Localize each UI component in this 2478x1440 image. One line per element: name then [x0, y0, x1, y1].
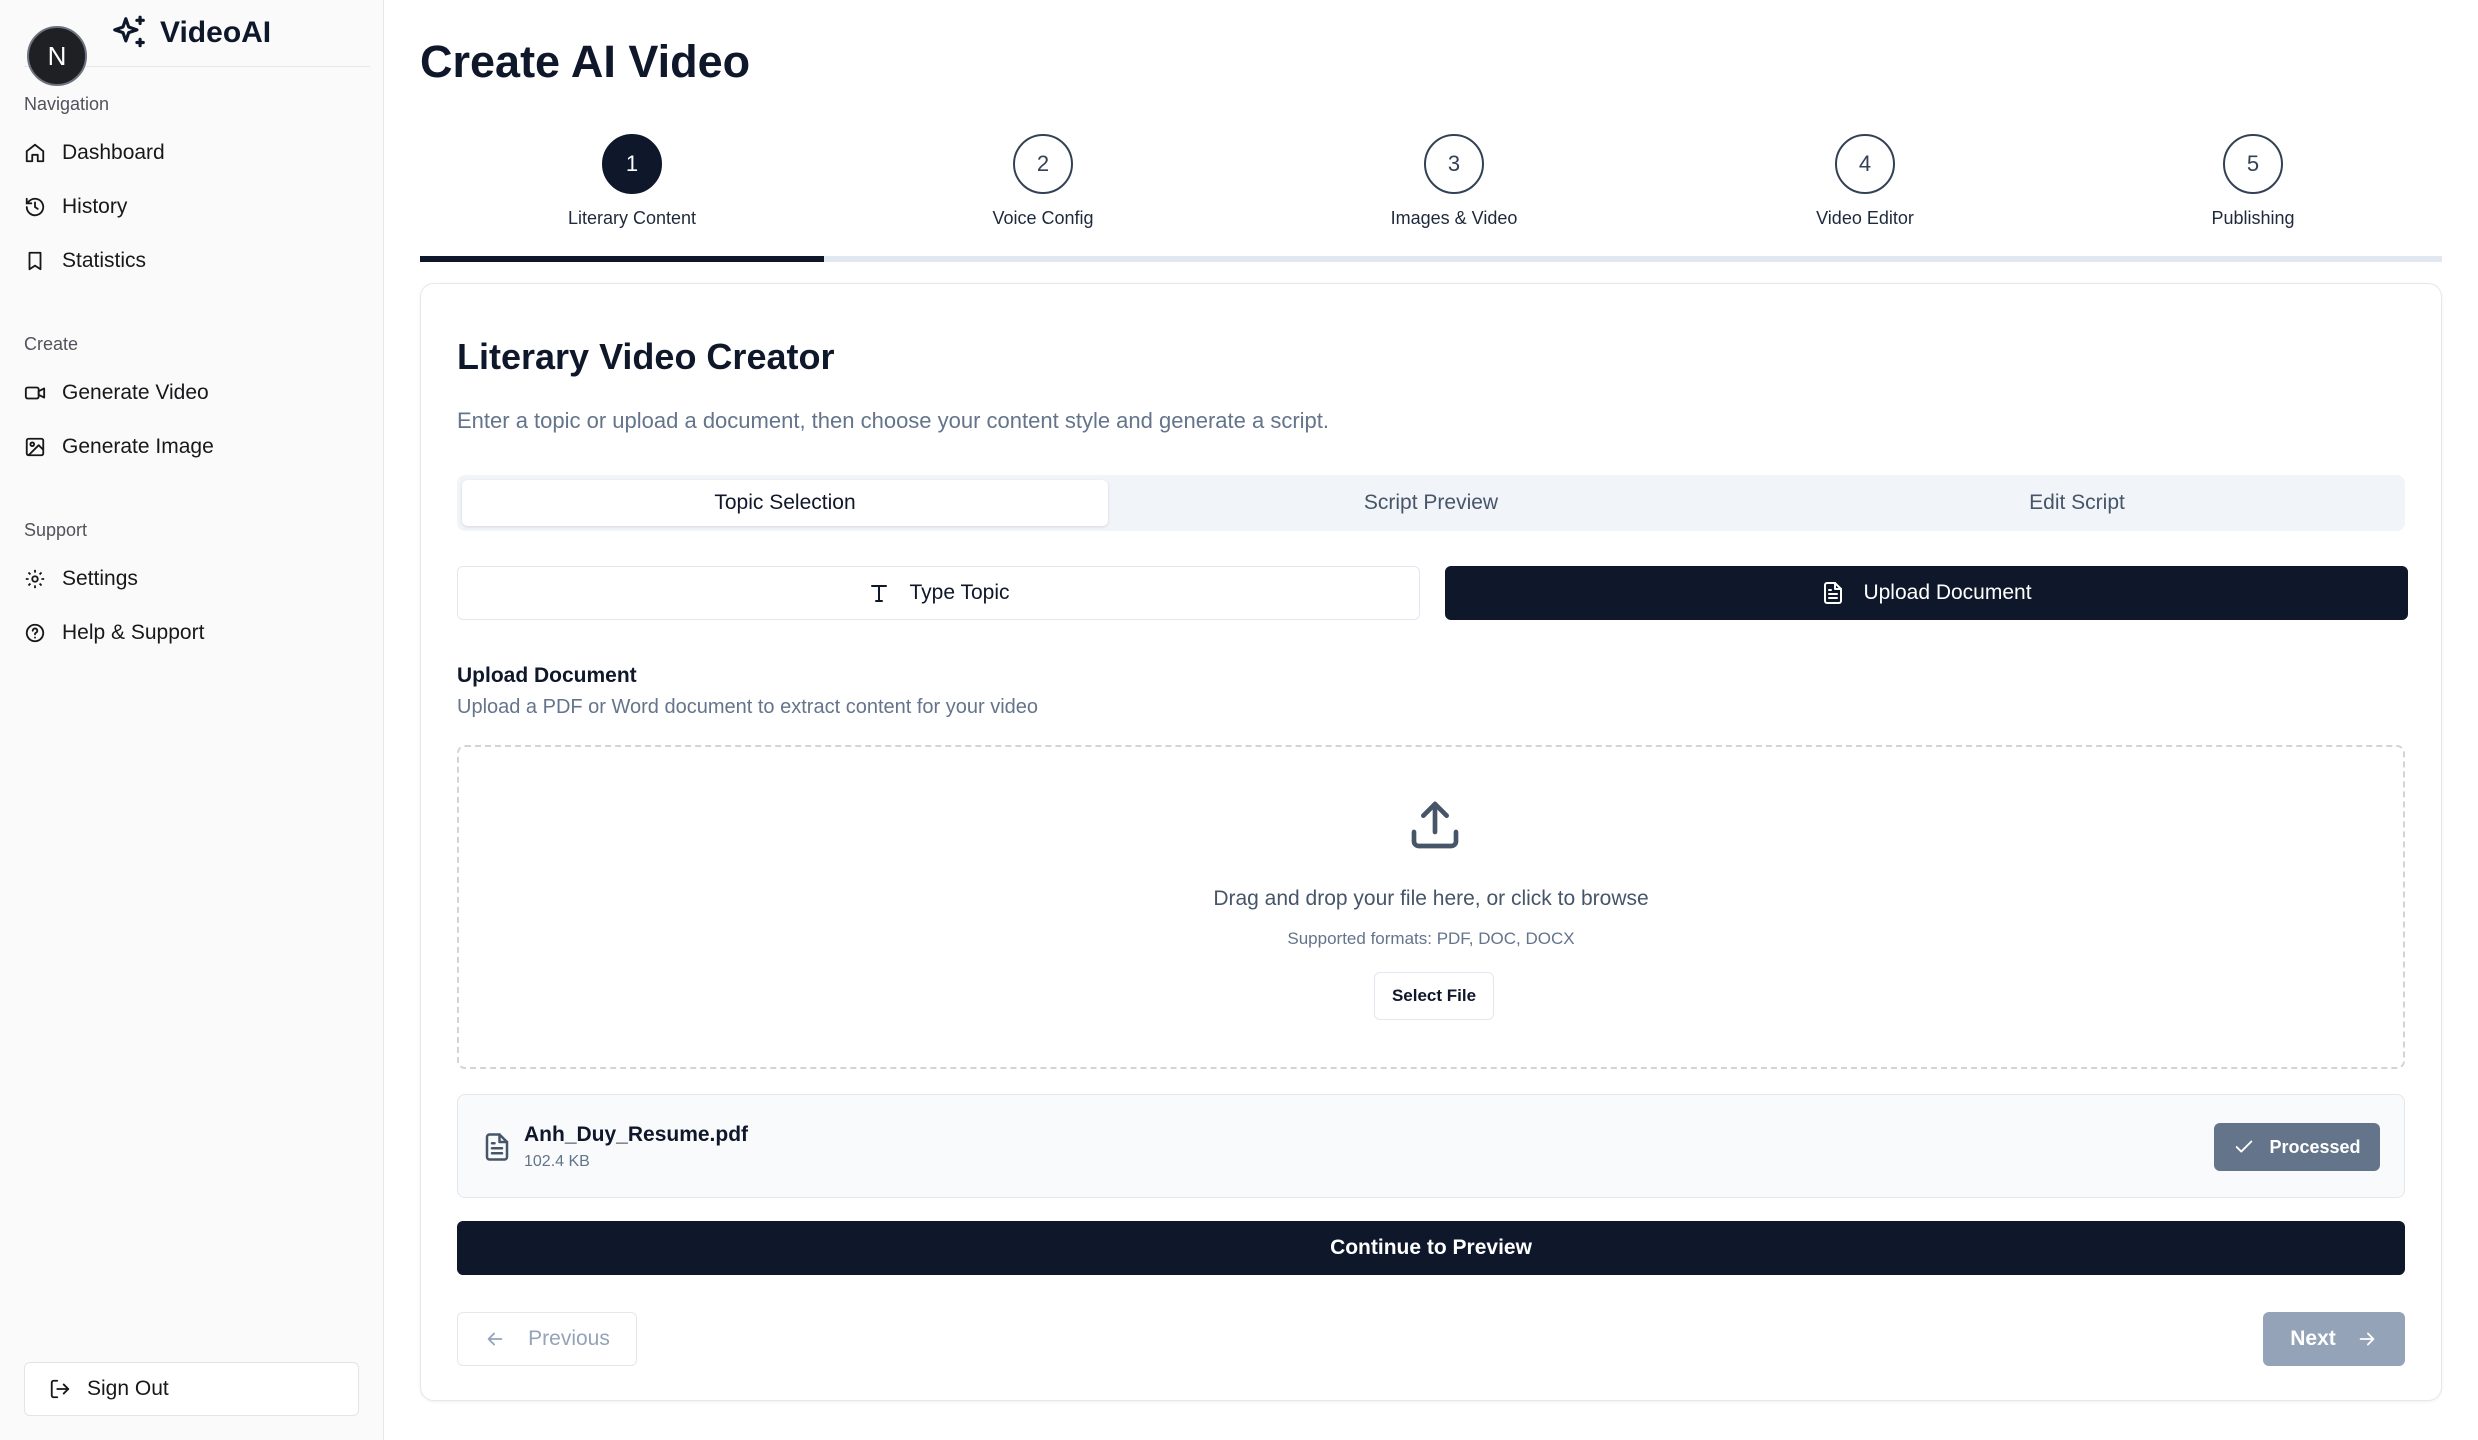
- dropzone-formats: Supported formats: PDF, DOC, DOCX: [1287, 929, 1575, 948]
- type-topic-button[interactable]: Type Topic: [457, 566, 1420, 620]
- sidebar-item-dashboard[interactable]: Dashboard: [24, 130, 360, 176]
- sign-out-button[interactable]: Sign Out: [24, 1362, 359, 1416]
- sidebar-item-history[interactable]: History: [24, 184, 360, 230]
- step-label: Voice Config: [992, 208, 1094, 228]
- tab-script-preview[interactable]: Script Preview: [1108, 480, 1754, 526]
- previous-button[interactable]: Previous: [457, 1312, 637, 1366]
- sidebar-item-help-support[interactable]: Help & Support: [24, 610, 360, 656]
- sidebar-item-label: Settings: [62, 567, 138, 590]
- step-progress-fill: [420, 256, 825, 262]
- bookmark-icon: [28, 251, 42, 271]
- upload-document-button[interactable]: Upload Document: [1445, 566, 2408, 620]
- select-file-button[interactable]: Select File: [1374, 972, 1494, 1020]
- page-title: Create AI Video: [420, 36, 751, 87]
- tab-topic-selection[interactable]: Topic Selection: [462, 480, 1108, 526]
- step-literary-content[interactable]: 1 Literary Content: [482, 134, 782, 229]
- avatar[interactable]: N: [27, 26, 87, 86]
- step-publishing[interactable]: 5 Publishing: [2103, 134, 2403, 229]
- avatar-initial: N: [47, 40, 67, 71]
- file-text-icon: [1824, 582, 1843, 604]
- sidebar-item-label: Dashboard: [62, 141, 165, 164]
- step-label: Images & Video: [1390, 208, 1518, 228]
- brand-name: VideoAI: [160, 16, 272, 49]
- file-dropzone[interactable]: Drag and drop your file here, or click t…: [457, 745, 2405, 1069]
- sidebar-item-label: Generate Image: [62, 435, 214, 458]
- uploaded-file-row: Anh_Duy_Resume.pdf 102.4 KB Processed: [457, 1094, 2405, 1198]
- sidebar-item-label: History: [62, 195, 128, 218]
- home-icon: [25, 143, 45, 163]
- step-video-editor[interactable]: 4 Video Editor: [1715, 134, 2015, 229]
- content-tabs: Topic Selection Script Preview Edit Scri…: [457, 475, 2405, 531]
- step-number: 5: [2223, 134, 2283, 194]
- tab-edit-script[interactable]: Edit Script: [1754, 480, 2400, 526]
- sidebar-item-label: Statistics: [62, 249, 147, 272]
- check-icon: [2236, 1140, 2253, 1153]
- sidebar-item-statistics[interactable]: Statistics: [24, 238, 360, 284]
- processed-status-badge: Processed: [2214, 1123, 2380, 1171]
- next-label: Next: [2290, 1327, 2336, 1350]
- upload-icon: [1411, 801, 1459, 849]
- nav-section-support: Support: [24, 520, 88, 540]
- video-icon: [24, 386, 46, 400]
- file-text-icon: [485, 1133, 509, 1161]
- history-icon: [25, 197, 45, 217]
- file-size: 102.4 KB: [524, 1153, 590, 1170]
- help-circle-icon: [25, 623, 45, 643]
- sidebar-item-label: Generate Video: [62, 381, 209, 404]
- file-name: Anh_Duy_Resume.pdf: [524, 1123, 749, 1146]
- sidebar: VideoAI N Navigation Dashboard History S…: [0, 0, 384, 1440]
- step-number: 4: [1835, 134, 1895, 194]
- upload-document-label: Upload Document: [1863, 581, 2032, 604]
- card-description: Enter a topic or upload a document, then…: [457, 408, 1329, 433]
- card-title: Literary Video Creator: [457, 336, 835, 377]
- step-images-video[interactable]: 3 Images & Video: [1304, 134, 1604, 229]
- step-label: Literary Content: [567, 208, 697, 228]
- sparkles-icon: [113, 15, 145, 48]
- gear-icon: [25, 569, 45, 589]
- next-button[interactable]: Next: [2263, 1312, 2405, 1366]
- image-icon: [25, 437, 45, 457]
- sidebar-item-generate-image[interactable]: Generate Image: [24, 424, 360, 470]
- step-number: 2: [1013, 134, 1073, 194]
- step-label: Publishing: [2211, 208, 2295, 228]
- arrow-left-icon: [487, 1332, 503, 1346]
- type-topic-label: Type Topic: [909, 581, 1010, 604]
- sign-out-label: Sign Out: [87, 1377, 169, 1400]
- step-number: 1: [602, 134, 662, 194]
- upload-section-label: Upload Document: [457, 664, 637, 687]
- step-label: Video Editor: [1816, 208, 1914, 228]
- stepper: 1 Literary Content 2 Voice Config 3 Imag…: [420, 134, 2442, 264]
- continue-to-preview-button[interactable]: Continue to Preview: [457, 1221, 2405, 1275]
- literary-video-creator-card: Literary Video Creator Enter a topic or …: [420, 283, 2442, 1401]
- previous-label: Previous: [528, 1327, 610, 1350]
- brand[interactable]: VideoAI: [110, 14, 271, 52]
- step-voice-config[interactable]: 2 Voice Config: [893, 134, 1193, 229]
- arrow-right-icon: [2359, 1332, 2375, 1346]
- step-number: 3: [1424, 134, 1484, 194]
- log-out-icon: [50, 1379, 70, 1399]
- nav-section-create: Create: [24, 334, 79, 354]
- dropzone-text: Drag and drop your file here, or click t…: [1213, 887, 1649, 910]
- sidebar-item-label: Help & Support: [62, 621, 205, 644]
- nav-section-navigation: Navigation: [24, 94, 110, 114]
- text-icon: [871, 585, 888, 602]
- sidebar-item-settings[interactable]: Settings: [24, 556, 360, 602]
- status-label: Processed: [2269, 1136, 2361, 1157]
- upload-section-help: Upload a PDF or Word document to extract…: [457, 696, 1039, 718]
- sidebar-item-generate-video[interactable]: Generate Video: [24, 370, 360, 416]
- step-progress-track: [420, 256, 2442, 262]
